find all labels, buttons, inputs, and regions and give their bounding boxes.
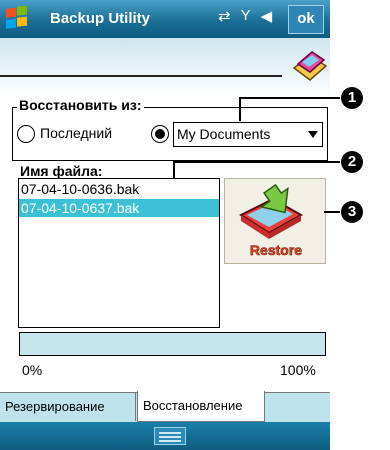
callout-2: 2 — [341, 151, 363, 173]
callout-lines — [173, 97, 340, 213]
callout-3: 3 — [341, 201, 363, 223]
callout-1: 1 — [341, 87, 363, 109]
